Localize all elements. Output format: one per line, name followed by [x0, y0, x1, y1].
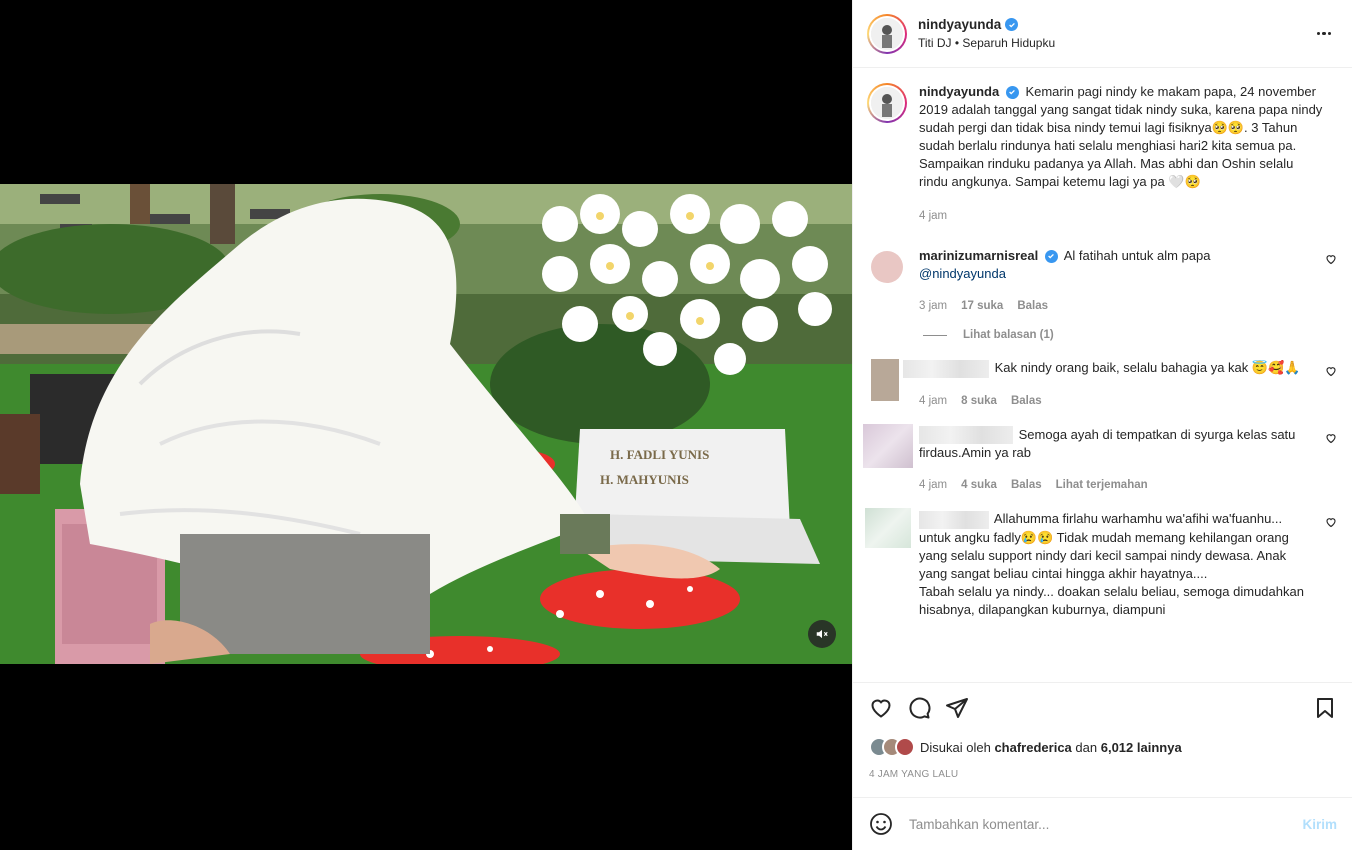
header-username[interactable]: nindyayunda [918, 17, 1001, 32]
share-icon[interactable] [945, 696, 969, 720]
blurred-username [919, 426, 1013, 445]
comment-item: marinizumarnisreal Al fatihah untuk alm … [867, 247, 1337, 315]
likes-prefix: Disukai oleh [920, 739, 991, 755]
post-dialog: H. FADLI YUNIS H. MAHYUNIS nindyayunda T… [0, 0, 1352, 850]
caption-time[interactable]: 4 jam [919, 207, 947, 225]
like-comment-icon[interactable] [1325, 516, 1337, 528]
like-comment-icon[interactable] [1325, 365, 1337, 377]
post-header: nindyayunda Titi DJ • Separuh Hidupku [853, 0, 1352, 68]
svg-text:H. MAHYUNIS: H. MAHYUNIS [600, 472, 689, 487]
post-side-panel: nindyayunda Titi DJ • Separuh Hidupku ni… [852, 0, 1352, 850]
comment-text-continued: Tabah selalu ya nindy... doakan selalu b… [919, 583, 1304, 617]
commenter-avatar[interactable] [871, 251, 903, 283]
comment-time[interactable]: 4 jam [919, 392, 947, 410]
commenter-avatar[interactable] [863, 423, 913, 468]
comment-likes[interactable]: 8 suka [961, 392, 997, 410]
comment-likes[interactable]: 4 suka [961, 476, 997, 494]
comments-list: nindyayunda Kemarin pagi nindy ke makam … [853, 69, 1352, 681]
verified-icon [1044, 249, 1058, 263]
emoji-icon[interactable] [869, 812, 893, 836]
comment-item: Semoga ayah di tempatkan di syurga kelas… [863, 423, 1337, 495]
bookmark-icon[interactable] [1313, 696, 1337, 720]
reply-button[interactable]: Balas [1011, 476, 1042, 494]
post-timestamp[interactable]: 4 JAM YANG LALU [869, 769, 1337, 780]
add-comment-bar: Kirim [853, 797, 1352, 850]
translate-button[interactable]: Lihat terjemahan [1056, 476, 1148, 494]
view-replies-button[interactable]: Lihat balasan (1) [923, 329, 1337, 341]
action-section: Disukai oleh chafrederica dan 6,012 lain… [853, 682, 1352, 780]
blurred-username [903, 359, 989, 378]
comment-item: Allahumma firlahu warhamhu wa'afihi wa'f… [865, 508, 1337, 619]
video-frame: H. FADLI YUNIS H. MAHYUNIS [0, 184, 852, 664]
likes-and: dan [1075, 739, 1098, 755]
audio-label[interactable]: Titi DJ • Separuh Hidupku [918, 36, 1312, 50]
comment-time[interactable]: 3 jam [919, 297, 947, 315]
verified-icon [1005, 18, 1019, 31]
heart-icon[interactable] [869, 696, 893, 720]
likes-summary: Disukai oleh chafrederica dan 6,012 lain… [869, 737, 1337, 757]
liker-avatars [869, 737, 915, 757]
comment-likes[interactable]: 17 suka [961, 297, 1003, 315]
caption-avatar[interactable] [867, 83, 907, 123]
story-ring[interactable] [867, 13, 907, 54]
caption: nindyayunda Kemarin pagi nindy ke makam … [867, 83, 1337, 225]
post-video[interactable]: H. FADLI YUNIS H. MAHYUNIS [0, 184, 852, 664]
svg-text:H. FADLI YUNIS: H. FADLI YUNIS [610, 447, 709, 462]
comment-item: Kak nindy orang baik, selalu bahagia ya … [867, 359, 1337, 410]
verified-icon [1005, 85, 1019, 99]
mute-icon [816, 629, 828, 639]
send-comment-button[interactable]: Kirim [1302, 817, 1337, 832]
mute-button[interactable] [808, 620, 836, 648]
comment-time[interactable]: 4 jam [919, 476, 947, 494]
comment-text: Kak nindy orang baik, selalu bahagia ya … [994, 360, 1301, 375]
like-comment-icon[interactable] [1325, 253, 1337, 265]
more-icon[interactable] [1312, 22, 1336, 46]
comment-input[interactable] [909, 816, 1303, 832]
comment-icon[interactable] [907, 696, 931, 720]
commenter-avatar[interactable] [865, 508, 911, 549]
mention-link[interactable]: @nindyayunda [919, 266, 1006, 281]
blurred-username [919, 510, 989, 529]
avatar [871, 17, 903, 50]
liker-username[interactable]: chafrederica [994, 740, 1071, 755]
commenter-avatar[interactable] [871, 359, 899, 401]
comment-text: Al fatihah untuk alm papa [1063, 248, 1211, 263]
comment-username[interactable]: marinizumarnisreal [919, 248, 1038, 263]
media-panel: H. FADLI YUNIS H. MAHYUNIS [0, 0, 852, 850]
reply-button[interactable]: Balas [1017, 297, 1048, 315]
caption-username[interactable]: nindyayunda [919, 84, 999, 99]
caption-text: Kemarin pagi nindy ke makam papa, 24 nov… [919, 84, 1323, 189]
like-comment-icon[interactable] [1325, 432, 1337, 444]
reply-button[interactable]: Balas [1011, 392, 1042, 410]
likes-count[interactable]: 6,012 lainnya [1101, 740, 1182, 755]
